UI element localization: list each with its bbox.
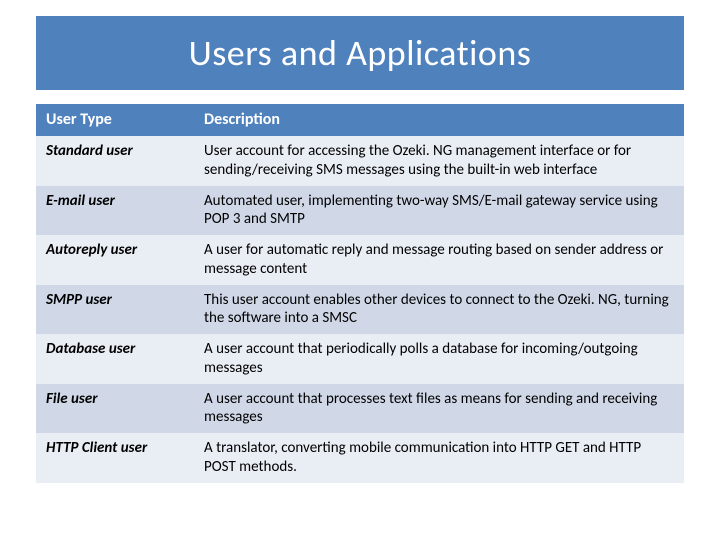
- table-row: HTTP Client user A translator, convertin…: [36, 433, 684, 483]
- table-row: SMPP user This user account enables othe…: [36, 285, 684, 335]
- table-row: Database user A user account that period…: [36, 334, 684, 384]
- cell-user-type: SMPP user: [36, 285, 194, 335]
- cell-user-type: Database user: [36, 334, 194, 384]
- title-bar: Users and Applications: [36, 16, 684, 90]
- table-row: Standard user User account for accessing…: [36, 136, 684, 186]
- cell-description: A user for automatic reply and message r…: [194, 235, 684, 285]
- cell-description: User account for accessing the Ozeki. NG…: [194, 136, 684, 186]
- cell-user-type: Standard user: [36, 136, 194, 186]
- user-types-table: User Type Description Standard user User…: [36, 104, 684, 483]
- cell-description: A user account that periodically polls a…: [194, 334, 684, 384]
- page-title: Users and Applications: [189, 31, 532, 75]
- header-description: Description: [194, 104, 684, 136]
- table-row: Autoreply user A user for automatic repl…: [36, 235, 684, 285]
- cell-user-type: Autoreply user: [36, 235, 194, 285]
- header-user-type: User Type: [36, 104, 194, 136]
- cell-user-type: E-mail user: [36, 186, 194, 236]
- table-row: File user A user account that processes …: [36, 384, 684, 434]
- cell-description: This user account enables other devices …: [194, 285, 684, 335]
- cell-description: Automated user, implementing two-way SMS…: [194, 186, 684, 236]
- table-row: E-mail user Automated user, implementing…: [36, 186, 684, 236]
- cell-description: A translator, converting mobile communic…: [194, 433, 684, 483]
- cell-user-type: File user: [36, 384, 194, 434]
- cell-description: A user account that processes text files…: [194, 384, 684, 434]
- slide: Users and Applications User Type Descrip…: [0, 0, 720, 540]
- table-header-row: User Type Description: [36, 104, 684, 136]
- cell-user-type: HTTP Client user: [36, 433, 194, 483]
